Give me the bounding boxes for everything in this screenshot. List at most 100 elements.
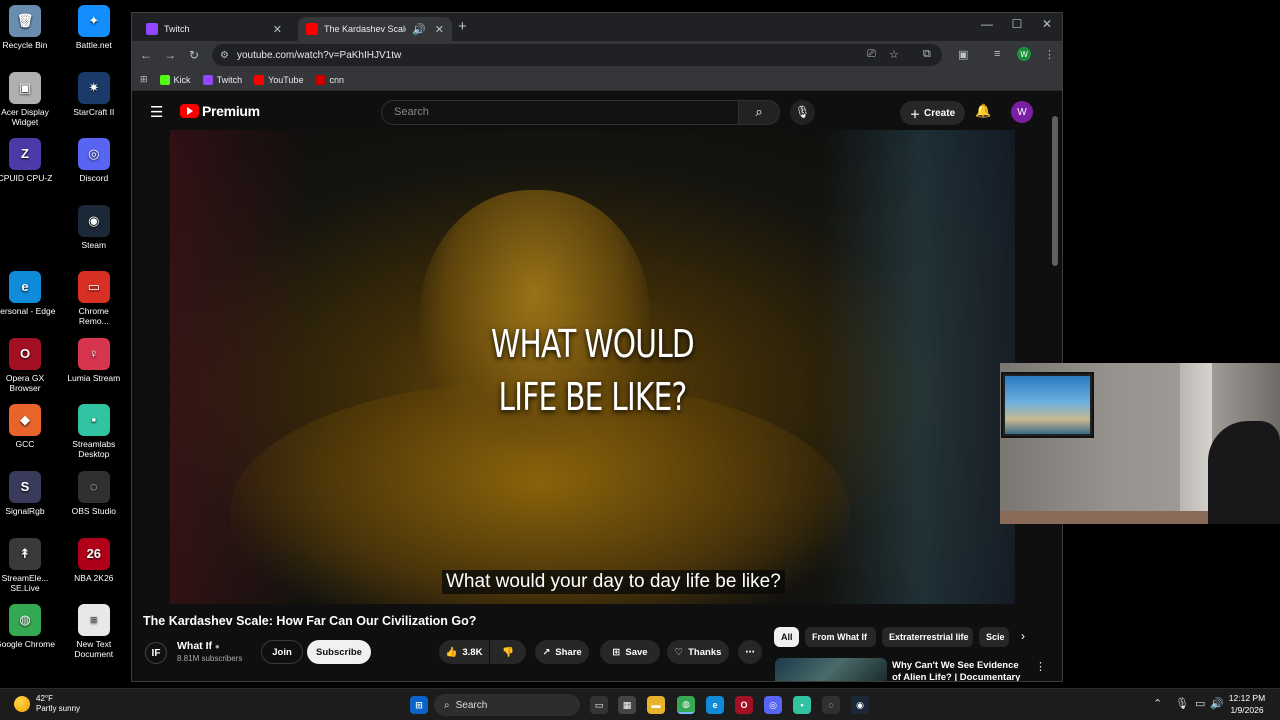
maximize-icon[interactable]: ☐	[1002, 17, 1032, 31]
join-button[interactable]: Join	[261, 640, 303, 664]
start-icon[interactable]: ⊞	[410, 696, 428, 714]
chip-science[interactable]: Scie	[979, 627, 1009, 647]
recommended-title[interactable]: Why Can't We See Evidence of Alien Life?…	[892, 660, 1022, 681]
close-window-icon[interactable]: ✕	[1032, 17, 1062, 31]
desktop-icon-label: CPUID CPU-Z	[0, 173, 53, 183]
desktop-icon[interactable]: ◌ OBS Studio	[63, 471, 125, 516]
more-actions-button[interactable]: ⋯	[738, 640, 762, 664]
recommended-thumbnail[interactable]	[775, 658, 887, 681]
tray-chevron-up-icon[interactable]: ⌃	[1153, 697, 1162, 710]
user-avatar[interactable]: W	[1011, 101, 1033, 123]
discord-icon[interactable]: ◎	[764, 696, 782, 714]
back-icon[interactable]: ←	[134, 48, 158, 62]
desktop-icon[interactable]: ◎ Discord	[63, 138, 125, 183]
site-info-icon[interactable]: ⚙	[220, 50, 229, 61]
new-tab-icon[interactable]: +	[458, 18, 467, 35]
weather-widget[interactable]: 42°F Partly sunny	[14, 694, 80, 714]
network-icon[interactable]: ▭	[1195, 697, 1205, 710]
bookmark-kick[interactable]: Kick	[159, 74, 191, 85]
like-button[interactable]: 👍 3.8K	[439, 640, 489, 664]
desktop-icon[interactable]: ▣ Acer Display Widget	[0, 72, 56, 127]
share-button[interactable]: ↗ Share	[535, 640, 589, 664]
desktop-icon[interactable]: ≡ New Text Document	[63, 604, 125, 659]
streamlabs-icon[interactable]: ▪	[793, 696, 811, 714]
forward-icon[interactable]: →	[158, 48, 182, 62]
desktop-icon[interactable]: ◆ GCC	[0, 404, 56, 449]
dislike-button[interactable]: 👎	[490, 640, 526, 664]
desktop-icon[interactable]: S SignalRgb	[0, 471, 56, 516]
youtube-logo[interactable]: Premium	[180, 103, 260, 119]
desktop-icon[interactable]: O Opera GX Browser	[0, 338, 56, 393]
desktop-icon[interactable]: ◉ Steam	[63, 205, 125, 250]
bookmark-youtube[interactable]: YouTube	[254, 74, 303, 85]
extensions-icon[interactable]: ⧉	[923, 48, 931, 61]
opera-gx-icon[interactable]: O	[735, 696, 753, 714]
profile-avatar[interactable]: W	[1017, 47, 1031, 61]
channel-avatar[interactable]: IF	[145, 642, 167, 664]
desktop-icon-label: Google Chrome	[0, 639, 55, 649]
desktop-icon[interactable]: 26 NBA 2K26	[63, 538, 125, 583]
notifications-bell-icon[interactable]: 🔔	[975, 103, 991, 119]
desktop-icon[interactable]: Z CPUID CPU-Z	[0, 138, 56, 183]
bookmark-twitch[interactable]: Twitch	[202, 74, 242, 85]
desktop-icon[interactable]: ♀ Lumia Stream	[63, 338, 125, 383]
tab-twitch[interactable]: Twitch ✕	[138, 17, 290, 41]
video-player[interactable]: WHAT WOULD LIFE BE LIKE? What would your…	[170, 130, 1015, 604]
webcam-chair	[1208, 421, 1280, 524]
webcam-tv	[1001, 372, 1094, 438]
desktop-icon[interactable]: ✦ Battle.net	[63, 5, 125, 50]
desktop-icon[interactable]: ↟ StreamEle... SE.Live	[0, 538, 56, 593]
page-scrollbar[interactable]	[1052, 116, 1058, 266]
bookmark-cnn[interactable]: cnn	[315, 74, 344, 85]
chip-all[interactable]: All	[774, 627, 799, 647]
reload-icon[interactable]: ↻	[182, 48, 206, 62]
speaker-icon[interactable]: 🔊	[412, 23, 426, 36]
desktop-icon-label: Steam	[81, 240, 107, 250]
cast-icon[interactable]: ⎚	[867, 48, 876, 61]
address-bar[interactable]: ⚙ youtube.com/watch?v=PaKhIHJV1tw	[212, 44, 942, 66]
microphone-tray-icon[interactable]: 🎙	[1175, 697, 1189, 710]
bookmark-star-icon[interactable]: ☆	[889, 48, 899, 61]
chip-extraterrestrial-life[interactable]: Extraterrestrial life	[882, 627, 973, 647]
desktop-icon[interactable]: ▪ Streamlabs Desktop	[63, 404, 125, 459]
steam-icon[interactable]: ◉	[851, 696, 869, 714]
hamburger-menu-icon[interactable]: ☰	[150, 103, 163, 121]
chrome-icon[interactable]: ◍	[677, 696, 695, 714]
taskbar-search[interactable]: ⌕ Search	[434, 694, 580, 716]
reading-list-icon[interactable]: ≡	[994, 48, 1000, 60]
chevron-right-icon[interactable]: ›	[1021, 629, 1025, 643]
task-view-icon[interactable]: ▭	[590, 696, 608, 714]
minimize-icon[interactable]: —	[972, 17, 1002, 31]
edge-icon[interactable]: e	[706, 696, 724, 714]
widgets-icon[interactable]: ▦	[618, 696, 636, 714]
desktop-icon[interactable]: ✷ StarCraft II	[63, 72, 125, 117]
close-tab-icon[interactable]: ✕	[273, 23, 282, 36]
obs-icon[interactable]: ◌	[822, 696, 840, 714]
file-explorer-icon[interactable]: ▬	[647, 696, 665, 714]
create-button[interactable]: ＋ Create	[900, 101, 966, 125]
thanks-button[interactable]: ♡ Thanks	[667, 640, 729, 664]
desktop-icon[interactable]: ◍ Google Chrome	[0, 604, 56, 649]
desktop-icon[interactable]: ▭ Chrome Remo...	[63, 271, 125, 326]
split-view-icon[interactable]: ▣	[958, 48, 968, 61]
voice-search-button[interactable]: 🎙	[790, 100, 815, 125]
search-input[interactable]: Search	[381, 100, 739, 125]
bookmarks-bar: ⊞ Kick Twitch YouTube cnn	[132, 69, 1062, 91]
subscribe-button[interactable]: Subscribe	[307, 640, 371, 664]
chip-from-what-if[interactable]: From What If	[805, 627, 876, 647]
system-clock[interactable]: 12:12 PM 1/9/2026	[1224, 692, 1270, 716]
like-count: 3.8K	[462, 646, 483, 658]
desktop-icon[interactable]: 🗑 Recycle Bin	[0, 5, 56, 50]
channel-name[interactable]: What If ●	[177, 640, 220, 652]
save-button[interactable]: ⊞ Save	[600, 640, 660, 664]
desktop-icon[interactable]: e Personal - Edge	[0, 271, 56, 316]
recommended-more-icon[interactable]: ⋮	[1035, 660, 1046, 673]
search-button[interactable]: ⌕	[738, 100, 780, 125]
tab-youtube[interactable]: The Kardashev Scale: How F 🔊 ✕	[298, 17, 452, 41]
app-icon: ▪	[77, 404, 110, 436]
volume-icon[interactable]: 🔊	[1210, 697, 1224, 710]
apps-icon[interactable]: ⊞	[140, 74, 148, 85]
video-title: The Kardashev Scale: How Far Can Our Civ…	[143, 614, 477, 628]
menu-icon[interactable]: ⋮	[1044, 48, 1055, 61]
close-tab-icon[interactable]: ✕	[435, 23, 444, 36]
